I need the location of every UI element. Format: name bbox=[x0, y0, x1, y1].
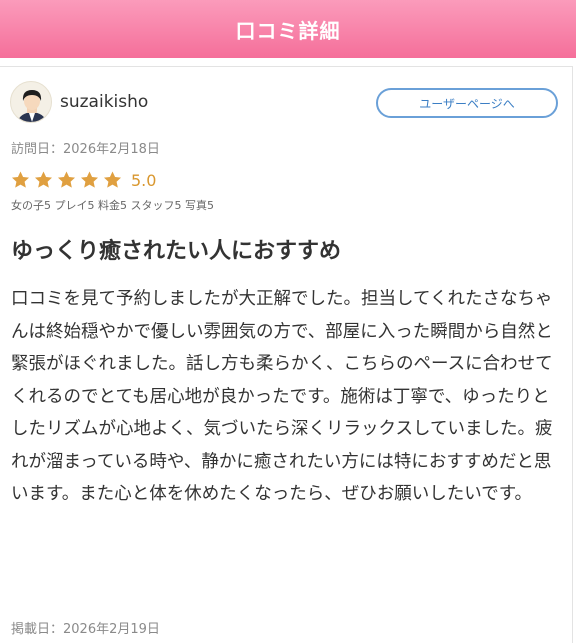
star-icon bbox=[58, 171, 75, 188]
rating-value: 5.0 bbox=[131, 170, 157, 190]
review-title: ゆっくり癒されたい人におすすめ bbox=[11, 239, 342, 264]
page-header: 口コミ詳細 bbox=[0, 0, 576, 58]
sub-scores: 女の子5 プレイ5 料金5 スタッフ5 写真5 bbox=[11, 199, 214, 212]
star-icon bbox=[81, 171, 98, 188]
user-page-button-label: ユーザーページへ bbox=[419, 96, 515, 111]
star-rating: 5.0 bbox=[10, 170, 156, 190]
review-body: 口コミを見て予約しましたが大正解でした。担当してくれたさなちゃんは終始穏やかで優… bbox=[11, 289, 553, 504]
star-icon bbox=[35, 171, 52, 188]
star-icon bbox=[104, 171, 121, 188]
user-page-button[interactable]: ユーザーページへ bbox=[376, 88, 558, 118]
user-avatar-icon bbox=[17, 90, 47, 122]
star-icon bbox=[12, 171, 29, 188]
page-title: 口コミ詳細 bbox=[235, 18, 341, 43]
posted-date: 掲載日：2026年2月19日 bbox=[11, 622, 160, 637]
username[interactable]: suzaikisho bbox=[60, 92, 148, 112]
visit-date: 訪問日：2026年2月18日 bbox=[11, 142, 160, 157]
avatar bbox=[10, 81, 52, 123]
